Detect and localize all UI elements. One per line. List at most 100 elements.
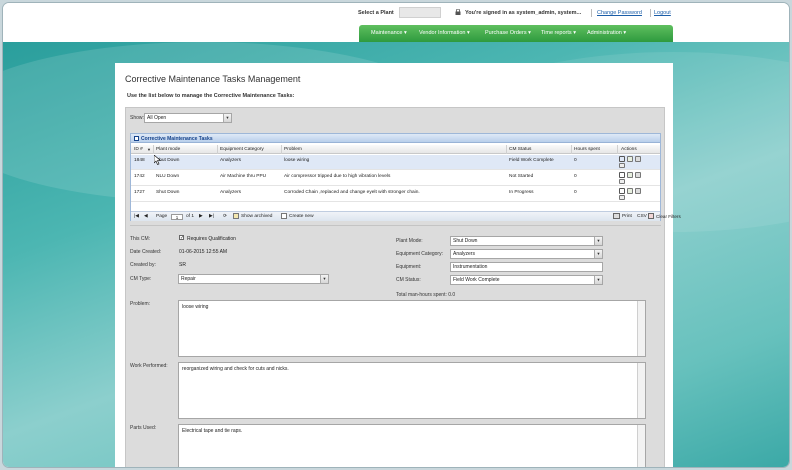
column-separator: [281, 145, 282, 154]
row-actions: [619, 172, 651, 185]
table-row[interactable]: 1727 Shut Down Analyzers Corroded Chain …: [131, 187, 660, 202]
delete-icon[interactable]: [619, 179, 625, 184]
copy-icon[interactable]: [627, 188, 633, 194]
nav-item-purchase-orders[interactable]: Purchase Orders ▾: [485, 30, 531, 36]
cm-status-select[interactable]: Field Work Complete ▼: [450, 275, 603, 285]
cell-status: Field Work Complete: [509, 158, 554, 163]
work-performed-textarea[interactable]: reorganized wiring and check for cuts an…: [178, 362, 646, 419]
csv-button[interactable]: CSV: [637, 214, 647, 219]
scrollbar[interactable]: [637, 301, 645, 356]
logout-link[interactable]: Logout: [654, 10, 671, 16]
change-password-link[interactable]: Change Password: [597, 10, 642, 16]
cell-plant-mode: Shut Down: [156, 190, 180, 195]
print-icon[interactable]: [635, 188, 641, 194]
row-actions: [619, 188, 651, 201]
refresh-icon[interactable]: ⟳: [223, 214, 227, 219]
chevron-down-icon: ▼: [594, 276, 602, 284]
created-by-label: Created by:: [130, 262, 156, 268]
column-header-problem[interactable]: Problem: [284, 147, 302, 152]
nav-item-administration[interactable]: Administration ▾: [587, 30, 626, 36]
table-row[interactable]: 1742 NLU Down Air Machine thru PPU Air c…: [131, 171, 660, 186]
select-plant-label: Select a Plant: [358, 10, 394, 16]
requires-qualification-checkbox[interactable]: ✓: [179, 235, 184, 241]
page-label: Page: [156, 214, 168, 219]
chevron-down-icon: ▼: [320, 275, 328, 283]
equipment-label: Equipment:: [396, 264, 422, 270]
table-row[interactable]: 1848 Shut Down Analyzers loose wiring Fi…: [131, 155, 660, 170]
create-new-button[interactable]: Create new: [289, 214, 314, 219]
next-page-icon[interactable]: ▶: [199, 214, 203, 219]
chevron-down-icon: ▼: [594, 250, 602, 258]
column-header-hours-spent[interactable]: Hours spent: [574, 147, 600, 152]
date-created-label: Date Created:: [130, 249, 162, 255]
cell-hours: 0: [574, 190, 577, 195]
scrollbar[interactable]: [637, 363, 645, 418]
created-by-value: SR: [179, 262, 186, 268]
nav-item-vendor-information[interactable]: Vendor Information ▾: [419, 30, 470, 36]
column-header-id[interactable]: ID #: [134, 147, 143, 152]
total-hours-text: Total man-hours spent: 0.0: [396, 292, 456, 298]
column-separator: [153, 145, 154, 154]
first-page-icon[interactable]: |◀: [134, 214, 139, 219]
print-button[interactable]: Print: [622, 214, 632, 219]
chevron-down-icon: ▼: [223, 114, 231, 122]
grid-title-bar: Corrective Maintenance Tasks: [131, 134, 660, 143]
column-separator: [217, 145, 218, 154]
cm-status-label: CM Status:: [396, 277, 421, 283]
show-archived-button[interactable]: Show archived: [241, 214, 272, 219]
plant-mode-select[interactable]: Shut Down ▼: [450, 236, 603, 246]
printer-icon: [613, 213, 620, 219]
column-separator: [506, 145, 507, 154]
cell-problem: loose wiring: [284, 158, 310, 163]
copy-icon[interactable]: [627, 156, 633, 162]
equipment-category-label: Equipment Category:: [396, 251, 443, 257]
copy-icon[interactable]: [627, 172, 633, 178]
edit-icon[interactable]: [619, 188, 625, 194]
cm-type-select[interactable]: Repair ▼: [178, 274, 329, 284]
problem-textarea[interactable]: loose wiring: [178, 300, 646, 357]
tasks-panel: Show: All Open ▼ Corrective Maintenance …: [125, 107, 681, 467]
row-actions: [619, 156, 651, 169]
main-nav: Maintenance ▾ Vendor Information ▾ Purch…: [359, 25, 673, 42]
prev-page-icon[interactable]: ◀: [144, 214, 148, 219]
print-icon[interactable]: [635, 172, 641, 178]
equipment-input[interactable]: Instrumentation: [450, 262, 603, 272]
print-icon[interactable]: [635, 156, 641, 162]
equipment-category-select[interactable]: Analyzers ▼: [450, 249, 603, 259]
delete-icon[interactable]: [619, 195, 625, 200]
scrollbar[interactable]: [637, 425, 645, 467]
window-frame: Select a Plant You're signed in as syste…: [2, 2, 790, 468]
cell-id: 1848: [134, 158, 145, 163]
grid-icon: [134, 136, 139, 141]
show-filter-select[interactable]: All Open ▼: [144, 113, 232, 123]
grid-title: Corrective Maintenance Tasks: [141, 136, 213, 142]
last-page-icon[interactable]: ▶|: [209, 214, 214, 219]
cell-status: Not Started: [509, 174, 534, 179]
column-header-equipment-category[interactable]: Equipment Category: [220, 147, 264, 152]
page-number-input[interactable]: 1: [171, 214, 183, 220]
archive-icon: [233, 213, 239, 219]
parts-used-label: Parts Used:: [130, 425, 157, 431]
nav-item-time-reports[interactable]: Time reports ▾: [541, 30, 576, 36]
cell-hours: 0: [574, 158, 577, 163]
parts-used-value: Electrical tape and tie raps.: [182, 428, 243, 434]
column-separator: [571, 145, 572, 154]
top-bar: Select a Plant You're signed in as syste…: [3, 3, 789, 25]
nav-item-maintenance[interactable]: Maintenance ▾: [371, 30, 407, 36]
edit-icon[interactable]: [619, 156, 625, 162]
parts-used-textarea[interactable]: Electrical tape and tie raps.: [178, 424, 646, 467]
edit-icon[interactable]: [619, 172, 625, 178]
plant-mode-value: Shut Down: [453, 238, 478, 244]
column-separator: [617, 145, 618, 154]
cell-status: In Progress: [509, 190, 534, 195]
lock-icon: [455, 9, 461, 15]
work-performed-value: reorganized wiring and check for cuts an…: [182, 366, 289, 372]
delete-icon[interactable]: [619, 163, 625, 168]
column-header-plant-mode[interactable]: Plant mode: [156, 147, 180, 152]
separator: [591, 9, 592, 17]
equipment-category-value: Analyzers: [453, 251, 475, 257]
clear-filters-button[interactable]: Clear Filters: [656, 214, 681, 219]
plant-select[interactable]: [399, 7, 441, 18]
column-header-cm-status[interactable]: CM Status: [509, 147, 531, 152]
sort-icon: ▼: [147, 147, 151, 152]
